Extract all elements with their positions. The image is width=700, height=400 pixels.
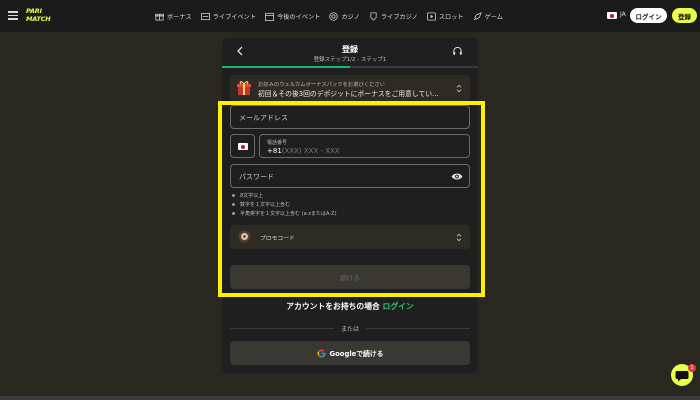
google-signin-button[interactable]: Googleで続ける (230, 341, 470, 365)
live-casino-icon (370, 11, 377, 21)
nav-label: 今後のイベント (277, 13, 321, 21)
has-account-prompt: アカウントをお持ちの場合 ログイン (222, 301, 478, 312)
logo-line-2: MATCH (26, 14, 51, 23)
slot-icon (426, 11, 436, 21)
gift-icon (237, 81, 251, 95)
nav-slots[interactable]: スロット (426, 11, 464, 21)
nav-live-events[interactable]: ライブイベント (200, 12, 257, 21)
calendar-icon (265, 12, 275, 21)
nav-bonus[interactable]: ボーナス (155, 12, 192, 21)
bottom-strip (0, 396, 700, 400)
nav-label: ライブカジノ (380, 13, 418, 21)
nav-casino[interactable]: カジノ (329, 11, 360, 21)
live-event-icon (200, 12, 210, 20)
nav-label: ゲーム (484, 13, 503, 21)
bonus-selected-value: 初回＆その後3回のデポジットにボーナスをご用意してい... (258, 90, 439, 98)
welcome-bonus-select[interactable]: お好みのウェルカムボーナスパックをお選びください 初回＆その後3回のデポジットに… (230, 75, 470, 101)
nav-label: ライブイベント (212, 13, 257, 21)
nav-label: ボーナス (167, 13, 192, 21)
casino-chip-icon (329, 11, 339, 21)
nav-games[interactable]: ゲーム (473, 11, 503, 21)
nav-label: スロット (438, 13, 464, 21)
modal-step-subtitle: 登録ステップ1/2 - ステップ1 (313, 57, 387, 63)
modal-header: 登録 登録ステップ1/2 - ステップ1 (222, 38, 478, 66)
or-divider: または (230, 324, 470, 333)
main-nav: ボーナス ライブイベント 今後のイベント カジノ ライブカジノ スロット ゲーム (155, 0, 503, 32)
parimatch-logo[interactable]: PARI MATCH (26, 7, 68, 24)
header-register-button[interactable]: 登録 (672, 8, 697, 23)
gift-icon (155, 13, 164, 21)
bonus-hint: お好みのウェルカムボーナスパックをお選びください (258, 82, 385, 88)
step-progress-bar (222, 66, 478, 68)
menu-icon[interactable] (8, 11, 18, 20)
step-progress-fill (222, 66, 350, 68)
nav-upcoming-events[interactable]: 今後のイベント (265, 12, 320, 21)
modal-title: 登録 (342, 45, 358, 54)
nav-live-casino[interactable]: ライブカジノ (369, 11, 418, 21)
google-button-label: Googleで続ける (329, 350, 384, 358)
header-login-button[interactable]: ログイン (630, 8, 667, 23)
login-link[interactable]: ログイン (383, 302, 414, 311)
rocket-icon (473, 11, 482, 20)
or-text: または (334, 324, 366, 333)
chevron-updown-icon (456, 84, 462, 93)
headset-support-icon[interactable] (452, 46, 463, 57)
has-account-text: アカウントをお持ちの場合 (286, 302, 380, 311)
highlight-frame (218, 101, 485, 297)
nav-label: カジノ (341, 13, 360, 21)
top-navigation-bar: PARI MATCH ボーナス ライブイベント 今後のイベント カジノ ライブカ… (0, 0, 700, 32)
language-code[interactable]: JA (620, 11, 626, 18)
google-icon (316, 348, 326, 358)
chat-notification-badge: 1 (688, 364, 696, 372)
japan-flag-icon[interactable] (607, 12, 617, 19)
